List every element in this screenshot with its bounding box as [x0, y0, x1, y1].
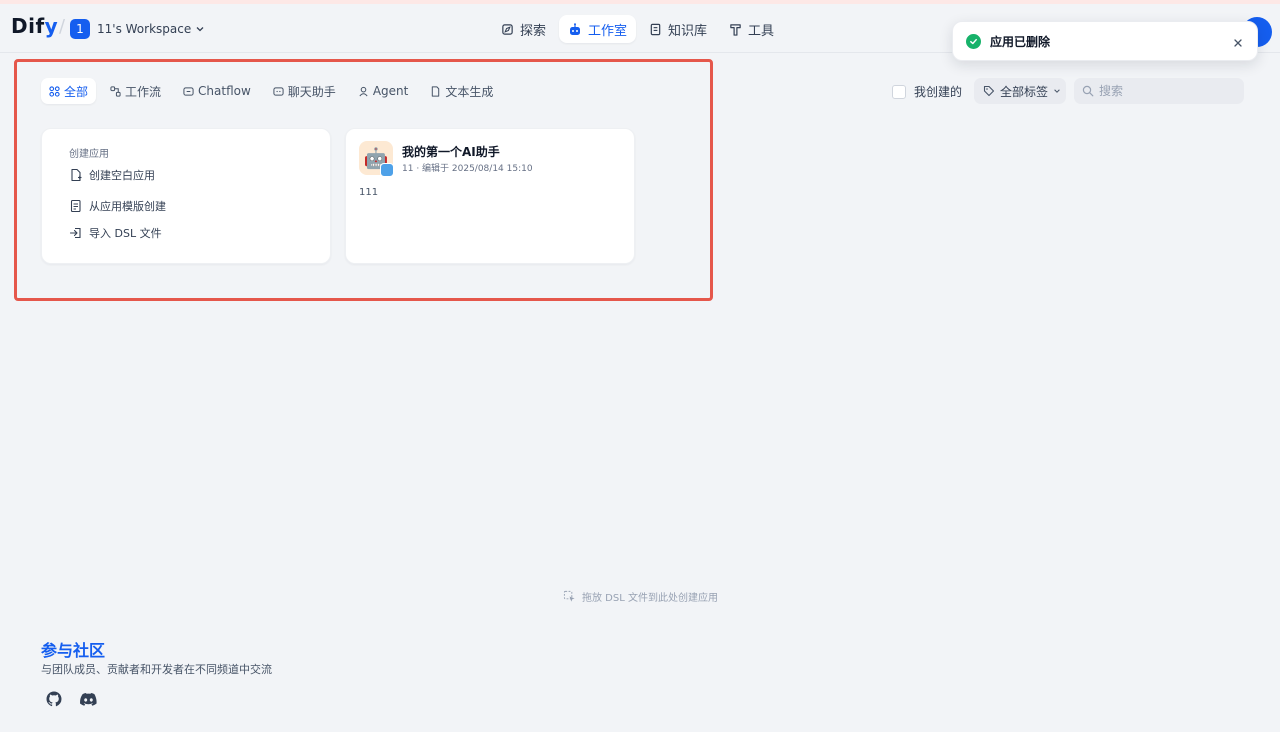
import-dsl-button[interactable]: 导入 DSL 文件 — [69, 224, 162, 242]
import-icon — [69, 227, 81, 239]
app-description: 111 — [359, 187, 379, 198]
community-description: 与团队成员、贡献者和开发者在不同频道中交流 — [41, 663, 272, 676]
create-app-card: 创建应用 创建空白应用 从应用模版创建 导入 DSL 文件 — [41, 128, 331, 264]
file-plus-icon — [71, 168, 82, 182]
create-from-template-label: 从应用模版创建 — [89, 200, 166, 213]
app-meta: 11 · 编辑于 2025/08/14 15:10 — [402, 164, 533, 174]
dify-logo[interactable]: Dify — [11, 14, 58, 38]
app-type-tabs: 全部 工作流 Chatflow 聊天助手 Agent 文本生成 — [41, 78, 501, 104]
tab-workflow[interactable]: 工作流 — [102, 78, 169, 104]
nav-knowledge-label: 知识库 — [668, 23, 708, 39]
search-input[interactable] — [1099, 84, 1229, 98]
tab-agent[interactable]: Agent — [350, 78, 417, 104]
close-icon[interactable] — [1233, 33, 1243, 52]
tab-chat-assistant[interactable]: 聊天助手 — [265, 78, 344, 104]
workflow-icon — [110, 85, 121, 97]
chatflow-icon — [183, 86, 194, 96]
workspace-name: 11's Workspace — [97, 22, 192, 36]
tab-chatflow-label: Chatflow — [198, 84, 251, 98]
robot-icon — [570, 22, 581, 35]
hammer-icon — [730, 23, 741, 36]
create-app-title: 创建应用 — [69, 149, 109, 160]
created-by-me-filter[interactable]: 我创建的 — [892, 83, 962, 100]
toast-notification: 应用已删除 — [952, 21, 1258, 61]
create-blank-app-label: 创建空白应用 — [89, 169, 155, 182]
nav-knowledge[interactable]: 知识库 — [640, 15, 716, 43]
grid-icon — [49, 85, 60, 97]
logo-text: Dif — [11, 14, 45, 38]
nav-studio-label: 工作室 — [588, 23, 628, 39]
github-icon[interactable] — [44, 689, 64, 709]
dsl-drop-hint-text: 拖放 DSL 文件到此处创建应用 — [582, 593, 718, 604]
template-icon — [70, 199, 81, 213]
tab-text-generation[interactable]: 文本生成 — [422, 78, 501, 104]
compass-icon — [502, 23, 513, 35]
check-circle-icon — [966, 33, 981, 49]
create-from-template-button[interactable]: 从应用模版创建 — [69, 197, 166, 215]
nav-explore-label: 探索 — [520, 23, 547, 39]
tag-filter-select[interactable]: 全部标签 — [974, 78, 1066, 104]
created-by-me-label: 我创建的 — [914, 85, 963, 99]
discord-icon[interactable] — [78, 689, 98, 709]
drag-drop-icon — [563, 590, 575, 602]
logo-accent-text: y — [44, 14, 59, 38]
app-name: 我的第一个AI助手 — [402, 145, 500, 159]
tab-workflow-label: 工作流 — [125, 84, 162, 99]
tag-filter-label: 全部标签 — [1000, 84, 1049, 99]
tab-all-label: 全部 — [64, 84, 89, 99]
nav-studio[interactable]: 工作室 — [559, 15, 637, 43]
workspace-badge: 1 — [70, 19, 90, 39]
book-icon — [650, 23, 661, 35]
tab-chatflow[interactable]: Chatflow — [175, 78, 259, 104]
toast-message: 应用已删除 — [990, 34, 1051, 49]
chevron-down-icon — [196, 27, 204, 32]
tab-text-generation-label: 文本生成 — [445, 84, 494, 99]
search-box[interactable] — [1074, 78, 1244, 104]
app-card[interactable]: 🤖 我的第一个AI助手 11 · 编辑于 2025/08/14 15:10 11… — [345, 128, 635, 264]
document-icon — [432, 85, 440, 97]
nav-explore[interactable]: 探索 — [492, 15, 555, 43]
agent-icon — [359, 86, 368, 96]
create-blank-app-button[interactable]: 创建空白应用 — [69, 166, 155, 184]
created-by-me-checkbox[interactable] — [892, 84, 906, 99]
main-nav: 探索 工作室 知识库 工具 — [492, 15, 783, 43]
search-icon — [1082, 85, 1094, 97]
tab-agent-label: Agent — [372, 84, 409, 98]
chevron-down-icon — [1054, 89, 1060, 93]
workspace-switcher[interactable]: 1 11's Workspace — [70, 19, 205, 39]
chat-type-badge-icon — [380, 163, 394, 177]
import-dsl-label: 导入 DSL 文件 — [89, 227, 162, 240]
dsl-drop-hint: 拖放 DSL 文件到此处创建应用 — [563, 589, 718, 604]
tab-all[interactable]: 全部 — [41, 78, 97, 104]
header-divider: / — [59, 16, 66, 37]
nav-tools[interactable]: 工具 — [720, 15, 783, 43]
tag-icon — [983, 85, 995, 97]
nav-tools-label: 工具 — [748, 23, 775, 39]
chat-bubble-icon — [273, 86, 284, 96]
community-title: 参与社区 — [41, 641, 106, 660]
tab-chat-assistant-label: 聊天助手 — [287, 84, 336, 99]
